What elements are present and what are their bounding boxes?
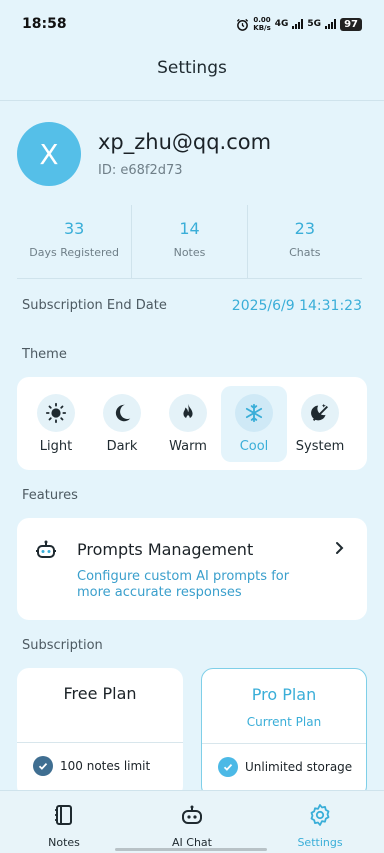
battery-icon: 97	[340, 17, 362, 31]
theme-label: Cool	[239, 439, 269, 454]
plan-card-free[interactable]: Free Plan 100 notes limit	[17, 668, 183, 798]
stat-notes: 14 Notes	[131, 205, 246, 278]
moon-icon	[103, 394, 141, 432]
stat-value: 14	[179, 219, 200, 238]
alarm-icon	[237, 18, 249, 31]
stats-row: 33 Days Registered 14 Notes 23 Chats	[17, 205, 362, 279]
user-id: ID: e68f2d73	[98, 163, 183, 178]
theme-label: Light	[39, 439, 73, 454]
subscription-section-title: Subscription	[22, 638, 103, 653]
signal-icon	[292, 19, 304, 29]
nav-label: Settings	[297, 836, 343, 849]
theme-option-light[interactable]: Light	[23, 386, 89, 462]
network-speed: 0.00 KB/s	[253, 16, 271, 32]
stat-chats: 23 Chats	[246, 205, 362, 278]
gear-icon	[308, 803, 332, 831]
status-time: 18:58	[22, 16, 67, 32]
theme-selector: Light Dark Warm Cool System	[17, 377, 367, 470]
stat-label: Days Registered	[29, 246, 120, 259]
stat-value: 33	[63, 219, 85, 238]
home-indicator	[115, 848, 267, 851]
plan-name: Pro Plan	[251, 685, 317, 704]
check-icon	[33, 756, 53, 776]
robot-icon	[34, 538, 58, 566]
stat-label: Notes	[173, 246, 206, 259]
page-title: Settings	[157, 58, 227, 78]
plan-feature-label: 100 notes limit	[60, 759, 151, 773]
chevron-right-icon	[331, 540, 347, 560]
robot-icon	[179, 803, 205, 831]
features-section-title: Features	[22, 488, 78, 503]
plan-feature: 100 notes limit	[33, 756, 150, 776]
stat-label: Chats	[289, 246, 321, 259]
nav-item-notes[interactable]: Notes	[0, 791, 128, 853]
theme-option-dark[interactable]: Dark	[89, 386, 155, 462]
nav-label: Notes	[48, 836, 80, 849]
avatar[interactable]: X	[17, 122, 81, 186]
subscription-end-label: Subscription End Date	[22, 298, 167, 313]
sun-icon	[37, 394, 75, 432]
flame-icon	[169, 394, 207, 432]
bottom-nav: Notes AI Chat Settings	[0, 790, 384, 853]
avatar-letter: X	[39, 137, 59, 171]
lte-label-2: 5G	[307, 19, 322, 29]
subscription-end-row: Subscription End Date 2025/6/9 14:31:23	[22, 298, 362, 314]
theme-label: Warm	[169, 439, 207, 454]
check-icon	[218, 757, 238, 777]
stat-value: 23	[294, 219, 315, 238]
lte-label-1: 4G	[274, 19, 289, 29]
stat-days-registered: 33 Days Registered	[17, 205, 131, 278]
theme-option-system[interactable]: System	[287, 386, 353, 462]
user-email: xp_zhu@qq.com	[98, 130, 272, 154]
current-plan-label: Current Plan	[246, 715, 322, 729]
theme-label: Dark	[106, 439, 138, 454]
theme-option-warm[interactable]: Warm	[155, 386, 221, 462]
auto-theme-icon	[301, 394, 339, 432]
plan-feature: Unlimited storage	[218, 757, 352, 777]
prompts-management-card[interactable]: Prompts Management Configure custom AI p…	[17, 518, 367, 620]
snowflake-icon	[235, 394, 273, 432]
notebook-icon	[52, 803, 76, 831]
plan-name: Free Plan	[63, 684, 137, 703]
plan-card-pro[interactable]: Pro Plan Current Plan Unlimited storage	[201, 668, 367, 798]
status-bar: 18:58 0.00 KB/s 4G 5G 97	[0, 0, 384, 48]
feature-title: Prompts Management	[77, 540, 254, 559]
theme-section-title: Theme	[22, 347, 67, 362]
status-icons: 0.00 KB/s 4G 5G 97	[236, 16, 362, 32]
plan-divider	[17, 742, 183, 743]
theme-label: System	[295, 439, 345, 454]
header-divider	[0, 100, 384, 101]
nav-item-settings[interactable]: Settings	[256, 791, 384, 853]
plan-feature-label: Unlimited storage	[245, 760, 353, 774]
nav-item-ai-chat[interactable]: AI Chat	[128, 791, 256, 853]
signal-icon	[325, 19, 337, 29]
feature-description: Configure custom AI prompts for more acc…	[77, 569, 290, 600]
theme-option-cool[interactable]: Cool	[221, 386, 287, 462]
plan-divider	[202, 743, 366, 744]
subscription-end-value: 2025/6/9 14:31:23	[231, 298, 362, 314]
